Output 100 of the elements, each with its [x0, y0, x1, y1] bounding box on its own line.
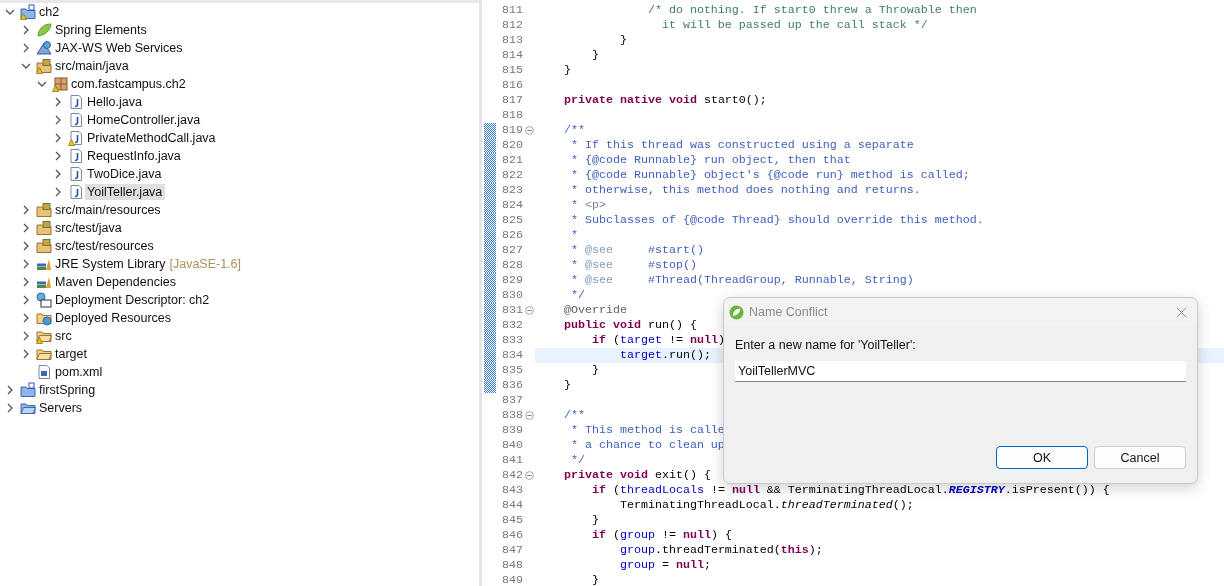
- line-number: 832: [501, 318, 523, 333]
- line-number: 835: [501, 363, 523, 378]
- tree-item[interactable]: Deployment Descriptor: ch2: [53, 292, 213, 308]
- line-number: 848: [501, 558, 523, 573]
- code-line: private void exit() {: [562, 468, 711, 483]
- line-number: 836: [501, 378, 523, 393]
- line-number: 811: [501, 3, 523, 18]
- dialog-title: Name Conflict: [749, 305, 829, 319]
- cancel-button[interactable]: Cancel: [1094, 446, 1186, 469]
- line-number: 818: [501, 108, 523, 123]
- code-line: * otherwise, this method does nothing and returns.: [569, 183, 921, 198]
- code-line: *: [569, 228, 578, 243]
- collapse-icon[interactable]: [524, 126, 534, 135]
- code-line: }: [562, 378, 571, 393]
- tree-item[interactable]: ch2: [37, 4, 63, 20]
- leaf-icon: [729, 304, 744, 320]
- line-number: 819: [501, 123, 523, 138]
- line-number: 834: [501, 348, 523, 363]
- tree-item[interactable]: src: [53, 328, 75, 344]
- line-number: 830: [501, 288, 523, 303]
- library-version: [JavaSE-1.6]: [169, 257, 242, 271]
- tree-item[interactable]: Deployed Resources: [53, 310, 175, 326]
- line-number: 828: [501, 258, 523, 273]
- code-line: * <p>: [569, 198, 606, 213]
- line-number: 822: [501, 168, 523, 183]
- code-line: }: [590, 573, 599, 586]
- code-line: * @see #Thread(ThreadGroup, Runnable, String): [569, 273, 914, 288]
- line-number: 815: [501, 63, 523, 78]
- code-line: if (threadLocals != null && TerminatingThreadLocal.REGISTRY.isPresent()) {: [590, 483, 1110, 498]
- code-line: */: [569, 288, 585, 303]
- line-number: 821: [501, 153, 523, 168]
- line-number: 827: [501, 243, 523, 258]
- collapse-icon[interactable]: [524, 471, 534, 480]
- line-number: 839: [501, 423, 523, 438]
- code-line: */: [569, 453, 585, 468]
- code-line: }: [590, 48, 599, 63]
- tree-item[interactable]: src/main/java: [53, 58, 132, 74]
- line-number: 820: [501, 138, 523, 153]
- tree-item[interactable]: HomeController.java: [85, 112, 204, 128]
- line-number: 812: [501, 18, 523, 33]
- tree-item[interactable]: src/test/resources: [53, 238, 157, 254]
- line-number: 845: [501, 513, 523, 528]
- tree-item[interactable]: Servers: [37, 400, 86, 416]
- line-number: 840: [501, 438, 523, 453]
- line-number: 847: [501, 543, 523, 558]
- code-line: * This method is calle: [569, 423, 725, 438]
- code-line: if (target != null): [590, 333, 725, 348]
- line-number: 817: [501, 93, 523, 108]
- line-number: 849: [501, 573, 523, 586]
- tree-item[interactable]: Hello.java: [85, 94, 145, 110]
- tree-item[interactable]: JRE System Library: [53, 256, 169, 272]
- line-number: 825: [501, 213, 523, 228]
- code-line: target.run();: [618, 348, 711, 363]
- tree-item[interactable]: src/main/resources: [53, 202, 164, 218]
- tree-item[interactable]: Maven Dependencies: [53, 274, 179, 290]
- tree-item[interactable]: YoilTeller.java: [85, 184, 166, 200]
- name-input-field[interactable]: YoilTellerMVC: [735, 361, 1186, 382]
- collapse-icon[interactable]: [524, 306, 534, 315]
- line-number: 838: [501, 408, 523, 423]
- code-line: TerminatingThreadLocal.threadTerminated();: [618, 498, 914, 513]
- code-line: it will be passed up the call stack */: [660, 18, 928, 33]
- line-number: 846: [501, 528, 523, 543]
- line-number: 816: [501, 78, 523, 93]
- line-number: 829: [501, 273, 523, 288]
- code-line: group.threadTerminated(this);: [618, 543, 823, 558]
- line-number: 833: [501, 333, 523, 348]
- ok-button[interactable]: OK: [996, 446, 1088, 469]
- tree-item[interactable]: firstSpring: [37, 382, 99, 398]
- tree-item[interactable]: src/test/java: [53, 220, 125, 236]
- line-number: 823: [501, 183, 523, 198]
- tree-item[interactable]: target: [53, 346, 90, 362]
- tree-item[interactable]: RequestInfo.java: [85, 148, 184, 164]
- line-number: 841: [501, 453, 523, 468]
- code-line: }: [590, 513, 599, 528]
- line-number: 826: [501, 228, 523, 243]
- collapse-icon[interactable]: [524, 411, 534, 420]
- tree-item[interactable]: TwoDice.java: [85, 166, 165, 182]
- line-number: 824: [501, 198, 523, 213]
- code-line: if (group != null) {: [590, 528, 732, 543]
- code-line: public void run() {: [562, 318, 697, 333]
- code-line: * {@code Runnable} run object, then that: [569, 153, 851, 168]
- code-line: }: [562, 63, 571, 78]
- line-number: 814: [501, 48, 523, 63]
- close-icon[interactable]: [1176, 306, 1187, 318]
- code-line: * {@code Runnable} object's {@code run} method is called;: [569, 168, 970, 183]
- tree-item[interactable]: com.fastcampus.ch2: [69, 76, 189, 92]
- line-number: 831: [501, 303, 523, 318]
- tree-item[interactable]: pom.xml: [53, 364, 106, 380]
- code-line: * @see #stop(): [569, 258, 697, 273]
- code-line: private native void start0();: [562, 93, 767, 108]
- tree-item[interactable]: JAX-WS Web Services: [53, 40, 186, 56]
- code-line: }: [590, 363, 599, 378]
- code-line: @Override: [562, 303, 627, 318]
- line-number: 842: [501, 468, 523, 483]
- tree-item[interactable]: Spring Elements: [53, 22, 150, 38]
- tree-item[interactable]: PrivateMethodCall.java: [85, 130, 219, 146]
- prompt-label: Enter a new name for 'YoilTeller':: [735, 338, 917, 352]
- code-line: /**: [562, 123, 585, 138]
- code-line: * Subclasses of {@code Thread} should override this method.: [569, 213, 984, 228]
- line-number: 844: [501, 498, 523, 513]
